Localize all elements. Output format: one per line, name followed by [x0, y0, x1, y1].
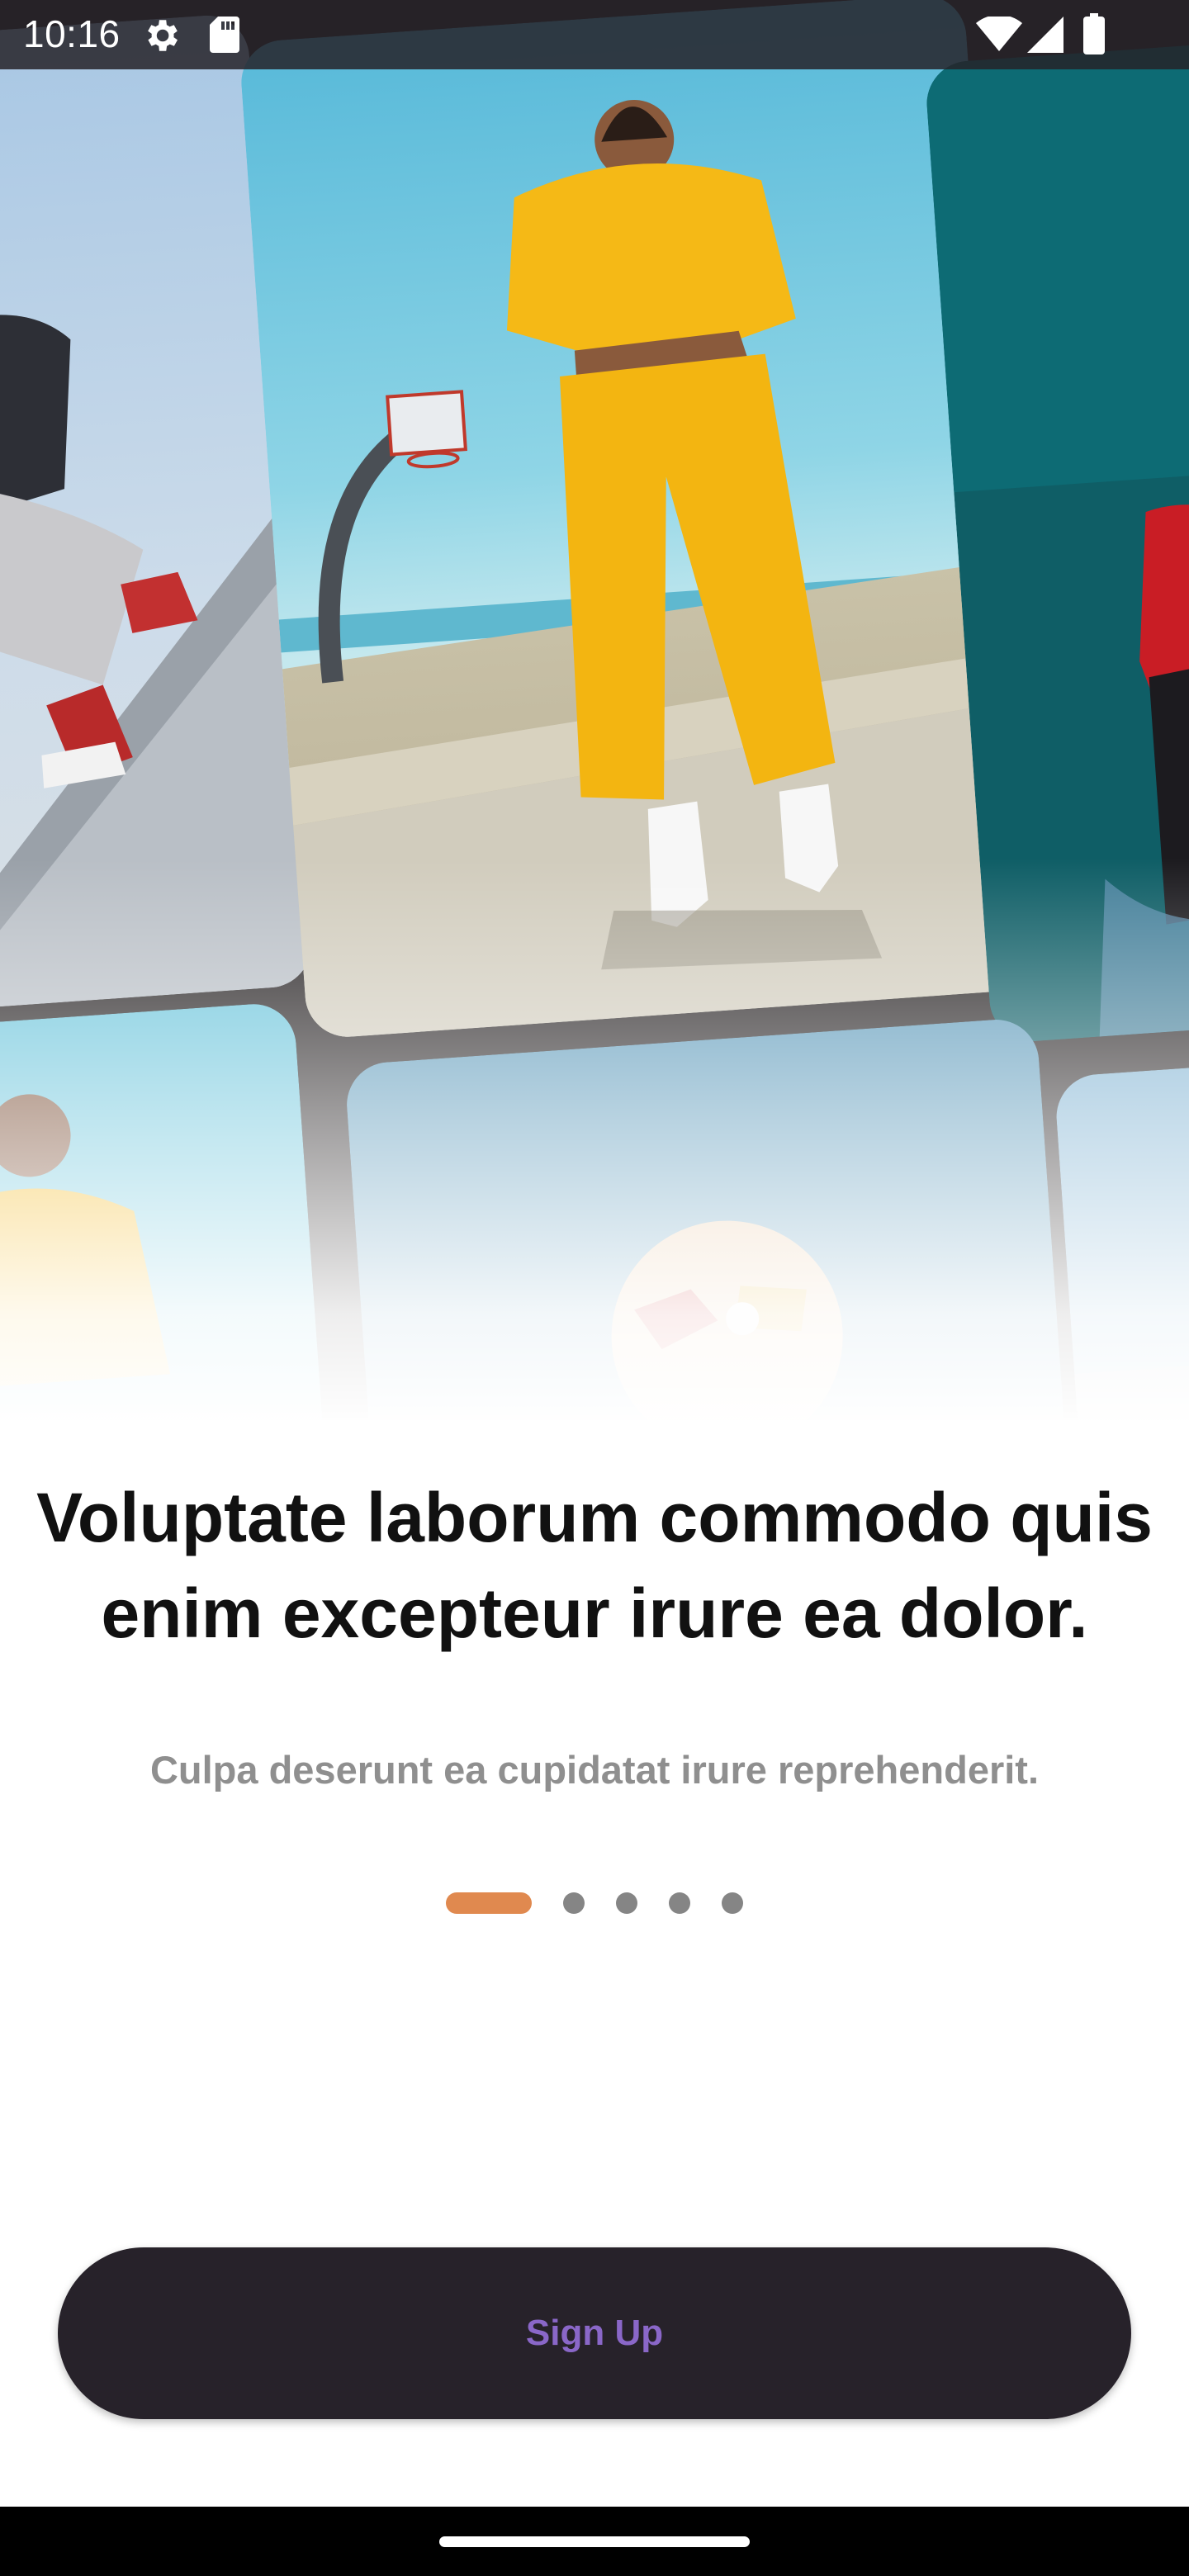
navigation-bar [0, 2507, 1189, 2576]
page-dot[interactable] [722, 1892, 743, 1914]
home-gesture-handle[interactable] [439, 2536, 750, 2547]
wifi-icon [976, 14, 1022, 57]
page-indicator [0, 1891, 1189, 1915]
status-time: 10:16 [23, 12, 121, 55]
sign-up-button[interactable]: Sign Up [58, 2247, 1131, 2419]
hero-fade-overlay [0, 859, 1189, 1420]
onboarding-headline: Voluptate laborum commodo quis enim exce… [36, 1479, 1153, 1652]
battery-icon [1083, 13, 1105, 59]
hero-collage [0, 0, 1189, 1420]
settings-gear-icon [140, 15, 182, 60]
page-dot[interactable] [616, 1892, 637, 1914]
page-dot[interactable] [563, 1892, 585, 1914]
sd-card-icon [208, 15, 241, 59]
onboarding-subtitle: Culpa deserunt ea cupidatat irure repreh… [149, 1748, 1040, 1792]
cell-signal-icon [1027, 17, 1063, 57]
status-bar: 10:16 [0, 0, 1189, 69]
page-dot-active[interactable] [446, 1892, 532, 1914]
page-dot[interactable] [669, 1892, 690, 1914]
